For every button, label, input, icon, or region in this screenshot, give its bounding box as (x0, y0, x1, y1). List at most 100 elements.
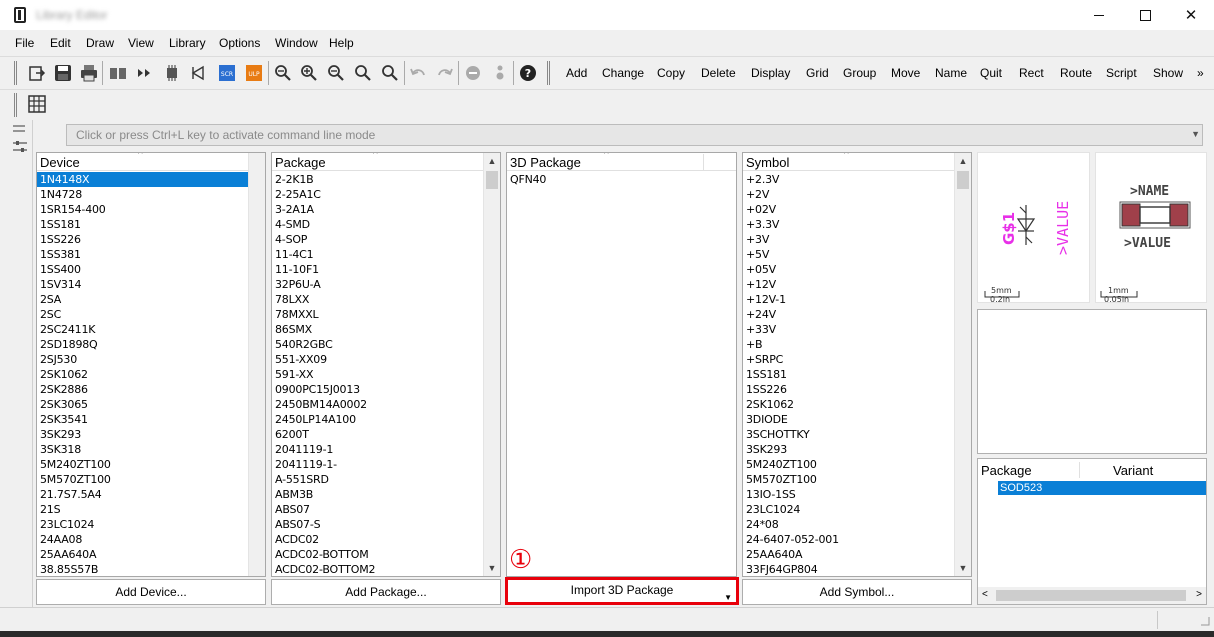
symbol-list-item[interactable]: 1SS226 (743, 382, 971, 397)
help-icon[interactable]: ? (519, 64, 537, 82)
scroll-up-icon[interactable]: ▲ (484, 153, 500, 169)
package-list-item[interactable]: 2-2K1B (272, 172, 500, 187)
book-icon[interactable] (109, 64, 127, 82)
package-list-item[interactable]: 551-XX09 (272, 352, 500, 367)
package-list-item[interactable]: 540R2GBC (272, 337, 500, 352)
package-list-item[interactable]: 4-SOP (272, 232, 500, 247)
scroll-thumb[interactable] (996, 590, 1186, 601)
package-list-item[interactable]: 32P6U-A (272, 277, 500, 292)
symbol-list-item[interactable]: 24*08 (743, 517, 971, 532)
package-list-item[interactable]: 2041119-1 (272, 442, 500, 457)
package-list-item[interactable]: 78LXX (272, 292, 500, 307)
variant-row-selected[interactable]: SOD523 (998, 481, 1206, 495)
device-list-item[interactable]: 2SD1898Q (37, 337, 249, 352)
device-scrollbar[interactable] (248, 153, 265, 576)
menu-help[interactable]: Help (329, 36, 354, 50)
command-line-input[interactable]: Click or press Ctrl+L key to activate co… (66, 124, 1203, 146)
maximize-button[interactable] (1122, 0, 1168, 30)
symbol-list-item[interactable]: 23LC1024 (743, 502, 971, 517)
package-scrollbar[interactable]: ▲ ▼ (483, 153, 500, 576)
symbol-list-item[interactable]: +02V (743, 202, 971, 217)
device-list-item[interactable]: 1SS400 (37, 262, 249, 277)
package-list-item[interactable]: 3-2A1A (272, 202, 500, 217)
zoom-fit-icon[interactable] (274, 64, 292, 82)
cmd-delete[interactable]: Delete (701, 66, 736, 80)
cmd-route[interactable]: Route (1060, 66, 1092, 80)
add-package-button[interactable]: Add Package... (271, 579, 501, 605)
device-list-item[interactable]: 1SS226 (37, 232, 249, 247)
symbol-list-item[interactable]: +12V (743, 277, 971, 292)
package-list-item[interactable]: 2-25A1C (272, 187, 500, 202)
cmd-change[interactable]: Change (602, 66, 644, 80)
device-list-item[interactable]: 1SS181 (37, 217, 249, 232)
toolbar-grip[interactable] (14, 93, 17, 117)
add-symbol-button[interactable]: Add Symbol... (742, 579, 972, 605)
menu-window[interactable]: Window (275, 36, 318, 50)
package-list-item[interactable]: 11-4C1 (272, 247, 500, 262)
device-list[interactable]: Device ^ 1N4148X 1N4728 1SR154-400 1SS181 1SS… (36, 152, 266, 577)
scroll-right-icon[interactable]: > (1196, 589, 1202, 600)
device-list-item[interactable]: 2SK3065 (37, 397, 249, 412)
device-list-item[interactable]: 1SR154-400 (37, 202, 249, 217)
symbol-preview[interactable]: G$1 >VALUE 5mm 0.2in (977, 152, 1090, 304)
package-list-item[interactable]: 2450LP14A100 (272, 412, 500, 427)
zoom-select-icon[interactable] (381, 64, 399, 82)
cmd-display[interactable]: Display (751, 66, 790, 80)
resize-grip-icon[interactable] (1198, 614, 1210, 626)
cmd-grid[interactable]: Grid (806, 66, 829, 80)
chevron-down-icon[interactable]: ▼ (1191, 129, 1200, 139)
package-list-item[interactable]: A-551SRD (272, 472, 500, 487)
package-list-item[interactable]: ACDC02-BOTTOM2 (272, 562, 500, 576)
cmd-name[interactable]: Name (935, 66, 967, 80)
device-list-item[interactable]: 2SC2411K (37, 322, 249, 337)
symbol-list-item[interactable]: 25AA640A (743, 547, 971, 562)
package-list-item[interactable]: ACDC02 (272, 532, 500, 547)
package-list-item[interactable]: 86SMX (272, 322, 500, 337)
symbol-list-item[interactable]: +B (743, 337, 971, 352)
device-list-item[interactable]: 2SA (37, 292, 249, 307)
zoom-out-icon[interactable] (327, 64, 345, 82)
scroll-left-icon[interactable]: < (982, 589, 988, 600)
symbol-list-item[interactable]: +05V (743, 262, 971, 277)
menu-library[interactable]: Library (169, 36, 206, 50)
package-list-item[interactable]: ABM3B (272, 487, 500, 502)
package-list-item[interactable]: ABS07-S (272, 517, 500, 532)
symbol-list-item[interactable]: 3SCHOTTKY (743, 427, 971, 442)
symbol-list-item[interactable]: 3SK293 (743, 442, 971, 457)
device-list-item[interactable]: 21.7S7.5A4 (37, 487, 249, 502)
device-list-item[interactable]: 5M240ZT100 (37, 457, 249, 472)
script-scr-icon[interactable]: SCR (218, 64, 236, 82)
device-list-item[interactable]: 24AA08 (37, 532, 249, 547)
device-header[interactable]: Device ^ (37, 153, 265, 171)
device-list-item[interactable]: 1SV314 (37, 277, 249, 292)
symbol-list-item[interactable]: +3V (743, 232, 971, 247)
device-list-item[interactable]: 5M570ZT100 (37, 472, 249, 487)
package-list-item[interactable]: 4-SMD (272, 217, 500, 232)
package-list-item[interactable]: 0900PC15J0013 (272, 382, 500, 397)
3d-preview-pane[interactable] (977, 309, 1207, 454)
menu-view[interactable]: View (128, 36, 154, 50)
grid-icon[interactable] (28, 95, 46, 113)
symbol-header[interactable]: Symbol ^ (743, 153, 971, 171)
symbol-list-item[interactable]: +24V (743, 307, 971, 322)
zoom-redraw-icon[interactable] (354, 64, 372, 82)
symbol-list-item[interactable]: 24-6407-052-001 (743, 532, 971, 547)
ulp-icon[interactable]: ULP (245, 64, 263, 82)
device-list-item[interactable]: 2SC (37, 307, 249, 322)
go-icon[interactable] (491, 64, 509, 82)
package-header[interactable]: Package ^ (272, 153, 500, 171)
toolbar-overflow[interactable]: » (1197, 66, 1204, 80)
device-list-item[interactable]: 1N4728 (37, 187, 249, 202)
scroll-up-icon[interactable]: ▲ (955, 153, 971, 169)
device-list-item[interactable]: 23LC1024 (37, 517, 249, 532)
symbol-list-item[interactable]: +2V (743, 187, 971, 202)
cmd-rect[interactable]: Rect (1019, 66, 1044, 80)
package-list-item[interactable]: 11-10F1 (272, 262, 500, 277)
print-icon[interactable] (80, 64, 98, 82)
menu-file[interactable]: File (15, 36, 34, 50)
symbol-scrollbar[interactable]: ▲ ▼ (954, 153, 971, 576)
variant-col-variant[interactable]: Variant (1113, 463, 1153, 478)
zoom-in-icon[interactable] (300, 64, 318, 82)
toolbar-grip[interactable] (14, 61, 17, 85)
minimize-button[interactable] (1076, 0, 1122, 30)
